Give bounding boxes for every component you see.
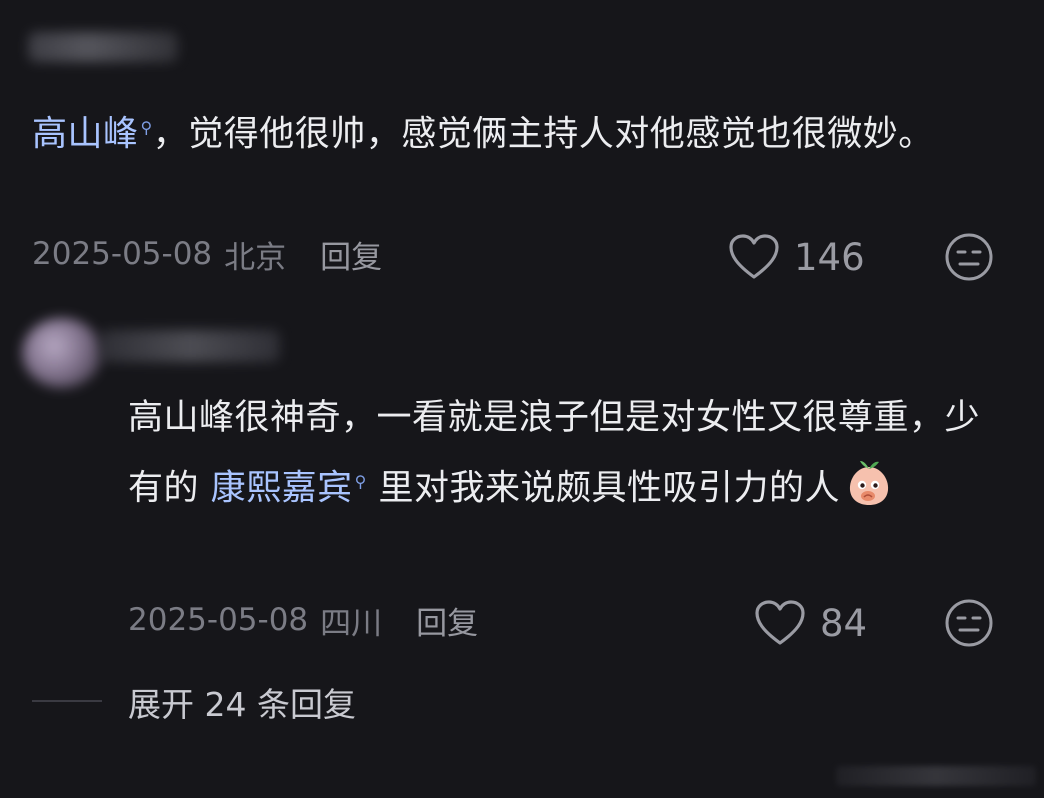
comment-1-mention-link[interactable]: 高山峰 [32,115,139,155]
expressionless-face-icon [945,233,993,281]
comment-1-date: 2025-05-08 [32,236,213,272]
comment-2-meta: 2025-05-08 四川 回复 [128,596,478,644]
comment-2-text-rest: 里对我来说颇具性吸引力的人 [366,468,841,509]
expand-divider [32,700,102,702]
comment-2-location: 四川 [320,605,383,642]
comment-1-body: 高山峰 ⚲，觉得他很帅，感觉俩主持人对他感觉也很微妙。 [32,96,1012,167]
expand-replies-button[interactable]: 展开 24 条回复 [128,678,356,726]
comment-1-reply-button[interactable]: 回复 [320,232,382,277]
comment-1-meta: 2025-05-08 北京 回复 [32,230,382,278]
comment-1-location: 北京 [224,239,287,276]
comment-2-like-button[interactable]: 84 [754,596,867,650]
peach-emoji-icon [844,458,894,508]
search-icon: ⚲ [354,472,367,491]
comment-thread: 高山峰 ⚲，觉得他很帅，感觉俩主持人对他感觉也很微妙。 2025-05-08 北京… [0,0,1044,798]
comment-1-text: ，觉得他很帅，感觉俩主持人对他感觉也很微妙。 [152,114,934,155]
comment-2-topic-link[interactable]: 康熙嘉宾 [211,469,353,509]
heart-icon [729,234,779,279]
comment-1-like-count: 146 [794,235,865,279]
search-icon: ⚲ [140,118,153,137]
avatar[interactable] [22,318,102,388]
expressionless-face-icon [945,599,993,647]
blurred-username [28,32,178,62]
comment-2-like-count: 84 [820,601,868,645]
comment-2-body: 高山峰很神奇，一看就是浪子但是对女性又很尊重，少有的 康熙嘉宾 ⚲ 里对我来说颇具… [128,386,988,521]
comment-1-dislike-button[interactable] [944,232,994,286]
heart-icon [755,600,805,645]
blurred-watermark [836,766,1036,786]
blurred-username [100,330,280,362]
comment-1-like-button[interactable]: 146 [728,230,865,284]
comment-2-date: 2025-05-08 [128,602,309,638]
comment-2-dislike-button[interactable] [944,598,994,652]
comment-2-reply-button[interactable]: 回复 [416,598,478,643]
